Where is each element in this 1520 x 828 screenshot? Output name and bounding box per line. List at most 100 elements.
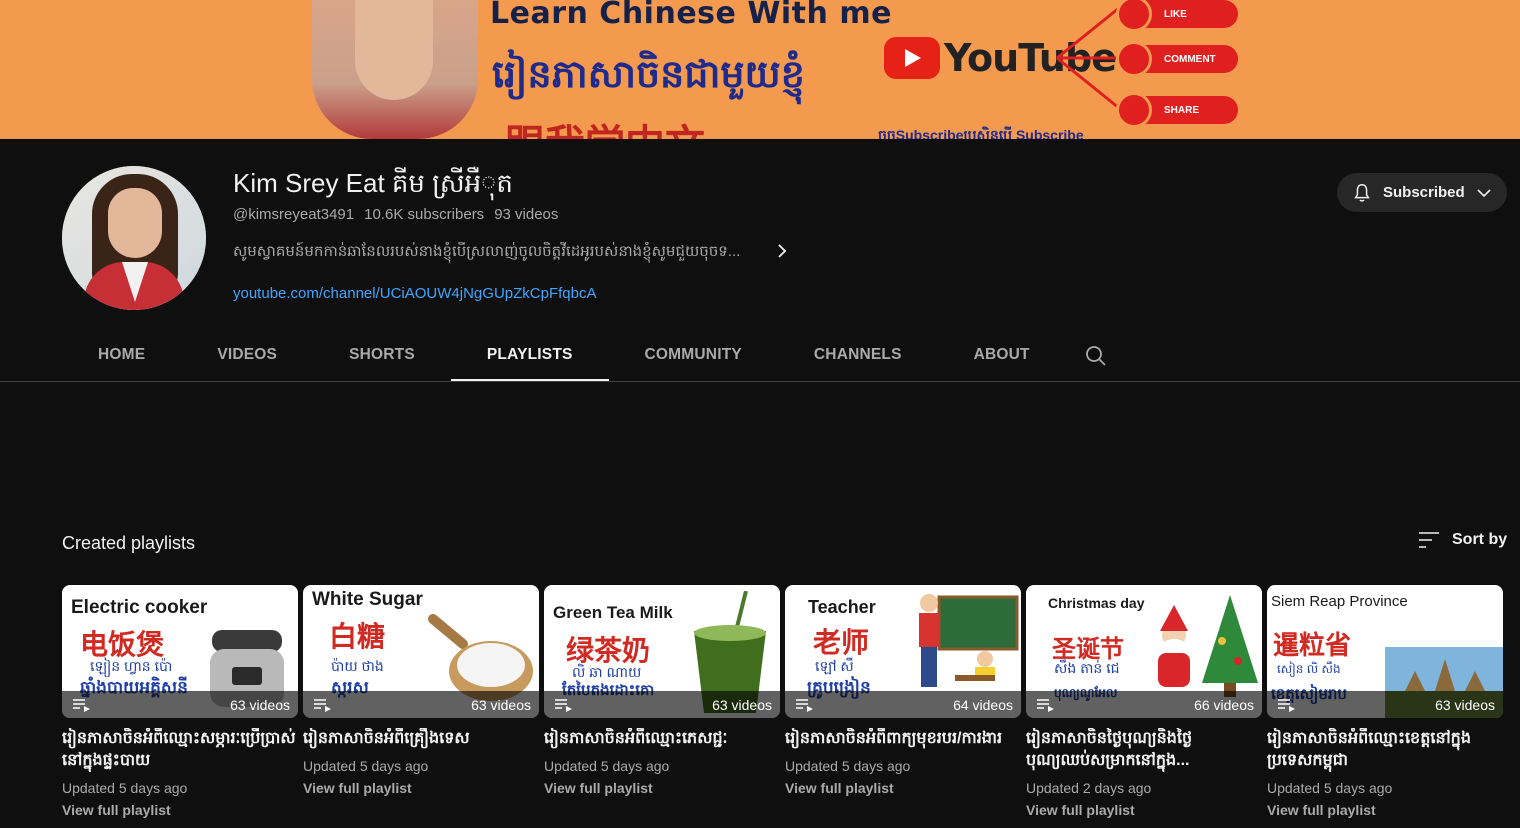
thumbnail-overlay: 63 videos: [544, 691, 780, 718]
playlist-thumbnail[interactable]: Green Tea Milk 绿茶奶 លិ ឆា ណាយ តែបៃតងដោះគោ…: [544, 585, 780, 718]
playlist-updated: Updated 5 days ago: [1267, 780, 1393, 796]
channel-description[interactable]: សូមស្វាគមន៍មកកាន់ឆានែលរបស់នាងខ្ញុំបើស្រល…: [233, 242, 740, 264]
thumbnail-pronunciation: សៀន លិ សឹង: [1277, 662, 1341, 676]
banner-comment-pill: COMMENT: [1116, 41, 1238, 77]
bell-icon: [1354, 183, 1370, 202]
banner-khmer-title: រៀនភាសាចិនជាមួយខ្ញុំ: [492, 54, 805, 96]
channel-avatar[interactable]: [62, 166, 206, 310]
playlist-thumbnail[interactable]: Electric cooker 电饭煲 ឡៀន ហ្វាន ប៉ោ ឆ្នាំង…: [62, 585, 298, 718]
thumbnail-chinese-word: 暹粒省: [1273, 630, 1352, 660]
channel-handle: @kimsreyeat3491: [233, 206, 355, 223]
thumbnail-overlay: 63 videos: [62, 691, 298, 718]
playlist-title[interactable]: រៀនភាសាចិនថ្ងៃបុណ្យនិងថ្ងៃបុណ្យឈប់សម្រាក…: [1026, 728, 1262, 772]
playlist-thumbnail[interactable]: Siem Reap Province 暹粒省 សៀន លិ សឹង ខេត្តស…: [1267, 585, 1503, 718]
view-full-playlist-link[interactable]: View full playlist: [1026, 802, 1262, 818]
thumbnail-overlay: 66 videos: [1026, 691, 1262, 718]
playlist-title[interactable]: រៀនភាសាចិនអំពីឈ្មោះភេសជ្ជៈ: [544, 728, 780, 750]
playlist-updated: Updated 5 days ago: [62, 780, 188, 796]
playlist-grid: Electric cooker 电饭煲 ឡៀន ហ្វាន ប៉ោ ឆ្នាំង…: [62, 585, 1503, 818]
banner-title: Learn Chinese With me: [490, 0, 892, 31]
playlist-icon: [1037, 698, 1054, 712]
sort-by-label: Sort by: [1452, 531, 1508, 548]
like-icon: [1116, 0, 1152, 32]
playlist-card[interactable]: Christmas day 圣诞节 សឹង តាន់ ជេ បុណ្យណូអែល…: [1026, 585, 1262, 818]
video-count: 63 videos: [471, 696, 531, 713]
banner-photo-face: [355, 0, 433, 100]
thumbnail-english-word: Teacher: [808, 597, 876, 617]
tabs-divider: [0, 381, 1520, 382]
playlist-icon: [73, 698, 90, 712]
playlist-title[interactable]: រៀនភាសាចិនអំពីគ្រឿងទេស: [303, 728, 539, 750]
thumbnail-pronunciation: ឡៅ សឺ: [815, 658, 854, 674]
playlist-card[interactable]: Electric cooker 电饭煲 ឡៀន ហ្វាន ប៉ោ ឆ្នាំង…: [62, 585, 298, 818]
channel-subscriber-count: 10.6K subscribers: [364, 206, 485, 223]
thumbnail-english-word: Electric cooker: [71, 597, 208, 618]
playlist-thumbnail[interactable]: Christmas day 圣诞节 សឹង តាន់ ជេ បុណ្យណូអែល…: [1026, 585, 1262, 718]
channel-link[interactable]: youtube.com/channel/UCiAOUW4jNgGUpZkCpFf…: [233, 285, 596, 302]
banner-subline: ចុចSubscribeប្រសិនបើ Subscribe: [878, 127, 1084, 139]
playlist-updated: Updated 5 days ago: [303, 758, 429, 774]
view-full-playlist-link[interactable]: View full playlist: [62, 802, 298, 818]
sort-by-button[interactable]: Sort by: [1418, 531, 1507, 549]
share-icon: [1116, 92, 1152, 128]
christmas-illustration: [1158, 595, 1258, 697]
chevron-down-icon: [1477, 188, 1491, 197]
thumbnail-pronunciation: ឡៀន ហ្វាន ប៉ោ: [90, 658, 173, 674]
video-count: 66 videos: [1194, 696, 1254, 713]
playlist-title[interactable]: រៀនភាសាចិនអំពីពាក្យមុខរបរ/ការងារ: [785, 728, 1021, 750]
banner-chinese-title: 跟我学中文: [505, 112, 705, 139]
banner-like-label: LIKE: [1164, 8, 1187, 20]
playlist-icon: [796, 698, 813, 712]
view-full-playlist-link[interactable]: View full playlist: [785, 780, 1021, 796]
playlist-card[interactable]: Green Tea Milk 绿茶奶 លិ ឆា ណាយ តែបៃតងដោះគោ…: [544, 585, 780, 818]
tab-about[interactable]: ABOUT: [938, 330, 1066, 382]
playlist-card[interactable]: White Sugar 白糖 ប៉ាយ ថាង ស្ករស 63 videos …: [303, 585, 539, 818]
playlist-icon: [1278, 698, 1295, 712]
thumbnail-overlay: 63 videos: [1267, 691, 1503, 718]
playlist-title[interactable]: រៀនភាសាចិនអំពីឈ្មោះខេត្តនៅក្នុងប្រទេសកម្…: [1267, 728, 1503, 772]
comment-icon: [1116, 41, 1152, 77]
playlist-icon: [314, 698, 331, 712]
teacher-illustration: [919, 594, 1019, 687]
channel-tabs: HOME VIDEOS SHORTS PLAYLISTS COMMUNITY C…: [62, 330, 1126, 382]
playlist-icon: [555, 698, 572, 712]
sort-icon: [1419, 532, 1439, 548]
view-full-playlist-link[interactable]: View full playlist: [1267, 802, 1503, 818]
video-count: 63 videos: [712, 696, 772, 713]
banner-share-pill: SHARE: [1116, 92, 1238, 128]
channel-meta: @kimsreyeat3491 10.6K subscribers 93 vid…: [233, 206, 558, 223]
playlist-updated: Updated 2 days ago: [1026, 780, 1152, 796]
thumbnail-chinese-word: 老师: [813, 627, 870, 658]
video-count: 63 videos: [1435, 696, 1495, 713]
banner-arrows: [1056, 6, 1120, 110]
banner-comment-label: COMMENT: [1164, 53, 1216, 65]
subscribed-button[interactable]: Subscribed: [1337, 173, 1507, 212]
banner-like-pill: LIKE: [1116, 0, 1238, 32]
channel-name: Kim Srey Eat គីម ស្រីអឺុត: [233, 168, 513, 198]
tab-shorts[interactable]: SHORTS: [313, 330, 451, 382]
playlist-title[interactable]: រៀនភាសាចិនអំពីឈ្មោះសម្ភារៈប្រើប្រាស់នៅក្…: [62, 728, 298, 772]
tab-channels[interactable]: CHANNELS: [778, 330, 938, 382]
thumbnail-english-word: Green Tea Milk: [553, 603, 673, 622]
section-title: Created playlists: [62, 533, 196, 553]
banner-share-label: SHARE: [1164, 104, 1200, 116]
playlist-thumbnail[interactable]: White Sugar 白糖 ប៉ាយ ថាង ស្ករស 63 videos: [303, 585, 539, 718]
video-count: 63 videos: [230, 696, 290, 713]
playlist-card[interactable]: Siem Reap Province 暹粒省 សៀន លិ សឹង ខេត្តស…: [1267, 585, 1503, 818]
tab-videos[interactable]: VIDEOS: [181, 330, 313, 382]
channel-search-button[interactable]: [1066, 330, 1126, 382]
view-full-playlist-link[interactable]: View full playlist: [544, 780, 780, 796]
view-full-playlist-link[interactable]: View full playlist: [303, 780, 539, 796]
chevron-right-icon[interactable]: [772, 240, 792, 262]
tab-community[interactable]: COMMUNITY: [609, 330, 778, 382]
video-count: 64 videos: [953, 696, 1013, 713]
playlist-updated: Updated 5 days ago: [544, 758, 670, 774]
thumbnail-overlay: 64 videos: [785, 691, 1021, 718]
tab-playlists[interactable]: PLAYLISTS: [450, 330, 609, 382]
thumbnail-overlay: 63 videos: [303, 691, 539, 718]
channel-video-count: 93 videos: [494, 206, 559, 223]
tab-home[interactable]: HOME: [62, 330, 181, 382]
playlist-card[interactable]: Teacher 老师 ឡៅ សឺ គ្រូបង្រៀន 64 videos រៀ…: [785, 585, 1021, 818]
thumbnail-pronunciation: ប៉ាយ ថាង: [331, 658, 384, 674]
playlist-thumbnail[interactable]: Teacher 老师 ឡៅ សឺ គ្រូបង្រៀន 64 videos: [785, 585, 1021, 718]
